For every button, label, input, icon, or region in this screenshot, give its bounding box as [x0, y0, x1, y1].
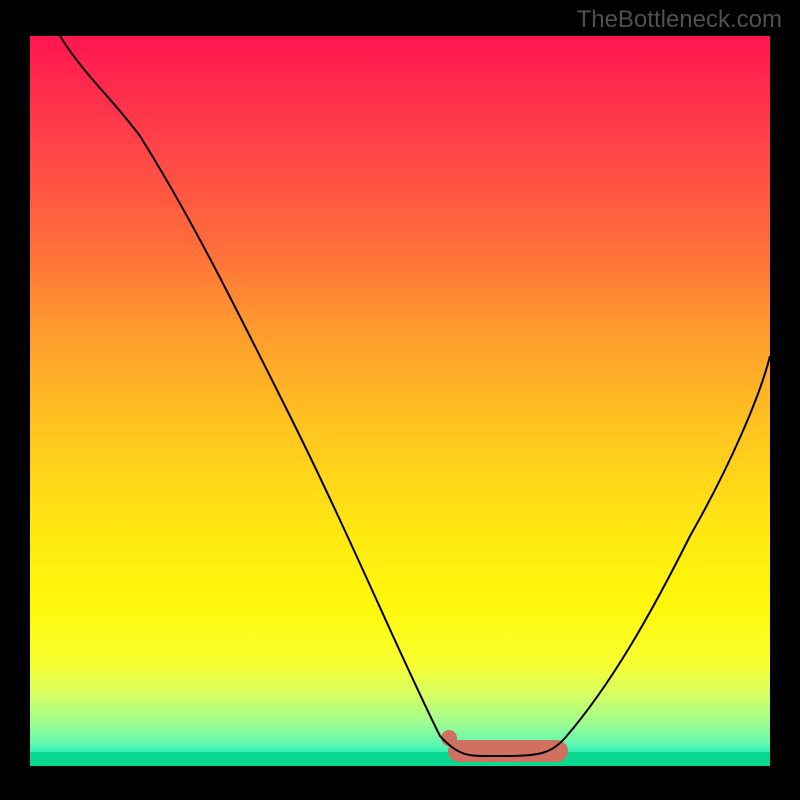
bottleneck-curve — [30, 36, 770, 766]
curve-path — [60, 36, 770, 756]
watermark-text: TheBottleneck.com — [577, 6, 782, 34]
chart-plot-area — [30, 36, 770, 766]
